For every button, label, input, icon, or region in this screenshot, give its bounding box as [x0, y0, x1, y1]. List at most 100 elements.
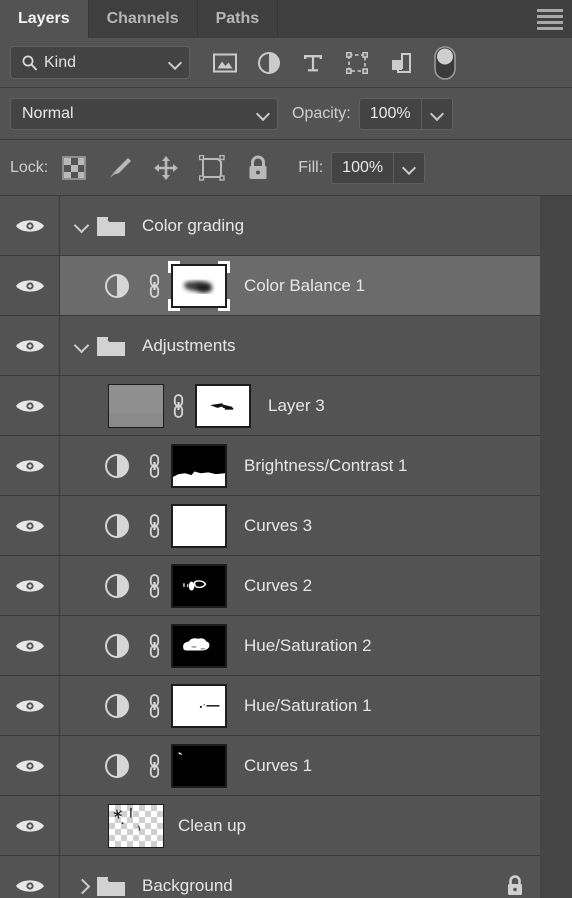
layer-list[interactable]: Color grading Color Balance 1 Adjustment… [0, 196, 572, 898]
table-row[interactable]: Brightness/Contrast 1 [0, 196, 572, 898]
table-row[interactable]: Curves 3 [0, 196, 572, 898]
layer-name: Curves 2 [244, 575, 313, 595]
layer-row-body[interactable]: Curves 1 [60, 736, 540, 795]
layer-mask-thumbnail[interactable] [168, 561, 230, 611]
layer-visibility-toggle[interactable] [0, 496, 60, 555]
blend-opacity-row: Normal Opacity: 100% [0, 88, 572, 140]
tab-layers[interactable]: Layers [0, 0, 89, 38]
lock-all-icon[interactable] [244, 154, 272, 182]
eye-icon [15, 459, 44, 472]
filter-adjustment-layers-icon[interactable] [256, 50, 282, 76]
layer-mask-link-icon[interactable] [164, 393, 192, 419]
table-row[interactable]: Curves 1 [0, 196, 572, 898]
group-expand-toggle[interactable] [68, 220, 94, 232]
layer-row-body[interactable]: Curves 2 [60, 556, 540, 615]
layer-mask-link-icon[interactable] [140, 693, 168, 719]
layer-mask-link-icon[interactable] [140, 453, 168, 479]
fill-field[interactable]: 100% [331, 151, 426, 184]
layer-mask-thumbnail[interactable] [168, 441, 230, 491]
blend-mode-select[interactable]: Normal [10, 97, 278, 130]
adjustment-layer-icon[interactable] [94, 453, 140, 479]
layer-row-body[interactable]: Curves 3 [60, 496, 540, 555]
layer-row-body[interactable]: Hue/Saturation 1 [60, 676, 540, 735]
filter-type-layers-icon[interactable] [300, 50, 326, 76]
layer-visibility-toggle[interactable] [0, 856, 60, 898]
layer-row-body[interactable]: Adjustments [60, 316, 540, 375]
layer-row-body[interactable]: Layer 3 [60, 376, 540, 435]
group-expand-toggle[interactable] [68, 880, 94, 892]
adjustment-layer-icon[interactable] [94, 633, 140, 659]
layer-mask-thumbnail[interactable] [168, 681, 230, 731]
layer-visibility-toggle[interactable] [0, 436, 60, 495]
lock-position-icon[interactable] [152, 154, 180, 182]
group-expand-toggle[interactable] [68, 340, 94, 352]
lock-transparent-pixels-icon[interactable] [60, 154, 88, 182]
tab-channels[interactable]: Channels [89, 0, 198, 38]
layer-lock-badge[interactable] [498, 874, 532, 898]
layer-mask-link-icon[interactable] [140, 573, 168, 599]
adjustment-layer-icon[interactable] [94, 753, 140, 779]
layer-thumbnail[interactable] [108, 803, 164, 848]
layer-mask-thumbnail[interactable] [192, 381, 254, 431]
layer-visibility-toggle[interactable] [0, 256, 60, 315]
table-row[interactable]: Hue/Saturation 1 [0, 196, 572, 898]
layer-visibility-toggle[interactable] [0, 376, 60, 435]
layer-name: Curves 1 [244, 755, 313, 775]
layer-visibility-toggle[interactable] [0, 736, 60, 795]
layer-mask-link-icon[interactable] [140, 513, 168, 539]
layer-visibility-toggle[interactable] [0, 316, 60, 375]
layer-mask-thumbnail[interactable] [168, 621, 230, 671]
eye-icon [15, 399, 44, 412]
layer-mask-thumbnail[interactable] [168, 260, 230, 311]
fill-label: Fill: [298, 158, 324, 176]
table-row[interactable]: Hue/Saturation 2 [0, 196, 572, 898]
table-row[interactable]: Clean up [0, 196, 572, 898]
layer-row-body[interactable]: Brightness/Contrast 1 [60, 436, 540, 495]
eye-icon [15, 879, 44, 892]
layer-visibility-toggle[interactable] [0, 796, 60, 855]
layer-row-body[interactable]: Color Balance 1 [60, 256, 540, 315]
filter-toggle-switch-icon[interactable] [432, 45, 458, 80]
table-row[interactable]: Color grading [0, 196, 572, 898]
tab-paths[interactable]: Paths [198, 0, 279, 38]
layer-mask-link-icon[interactable] [140, 753, 168, 779]
panel-menu-button[interactable] [528, 0, 572, 38]
filter-kind-select[interactable]: Kind [10, 46, 190, 79]
layer-row-body[interactable]: Background [60, 856, 540, 898]
layer-visibility-toggle[interactable] [0, 556, 60, 615]
layer-visibility-toggle[interactable] [0, 616, 60, 675]
table-row[interactable]: Color Balance 1 [0, 196, 572, 898]
lock-icon [508, 874, 522, 895]
adjustment-layer-icon[interactable] [94, 573, 140, 599]
layer-row-body[interactable]: Hue/Saturation 2 [60, 616, 540, 675]
table-row[interactable]: Background [0, 196, 572, 898]
layer-name: Hue/Saturation 2 [244, 635, 372, 655]
adjustment-layer-icon[interactable] [94, 693, 140, 719]
layer-mask-thumbnail[interactable] [168, 501, 230, 551]
opacity-stepper-button[interactable] [422, 99, 452, 129]
filter-shape-layers-icon[interactable] [344, 50, 370, 76]
filter-pixel-layers-icon[interactable] [212, 50, 238, 76]
opacity-field[interactable]: 100% [358, 97, 453, 130]
lock-artboard-nesting-icon[interactable] [198, 154, 226, 182]
filter-smart-object-layers-icon[interactable] [388, 50, 414, 76]
layer-thumbnail[interactable] [108, 383, 164, 428]
tab-channels-label: Channels [106, 10, 179, 27]
layer-row-body[interactable]: Clean up [60, 796, 540, 855]
search-icon [22, 55, 37, 71]
fill-stepper-button[interactable] [394, 153, 424, 183]
layer-mask-link-icon[interactable] [140, 273, 168, 299]
fill-value: 100% [332, 152, 395, 183]
adjustment-layer-icon[interactable] [94, 513, 140, 539]
table-row[interactable]: Curves 2 [0, 196, 572, 898]
table-row[interactable]: Adjustments [0, 196, 572, 898]
layer-visibility-toggle[interactable] [0, 676, 60, 735]
layer-mask-link-icon[interactable] [140, 633, 168, 659]
layer-visibility-toggle[interactable] [0, 196, 60, 255]
adjustment-layer-icon[interactable] [94, 273, 140, 299]
lock-image-pixels-icon[interactable] [106, 154, 134, 182]
layer-mask-thumbnail[interactable] [168, 741, 230, 791]
layer-row-body[interactable]: Color grading [60, 196, 540, 255]
table-row[interactable]: Layer 3 [0, 196, 572, 898]
hamburger-menu-icon [537, 8, 563, 30]
